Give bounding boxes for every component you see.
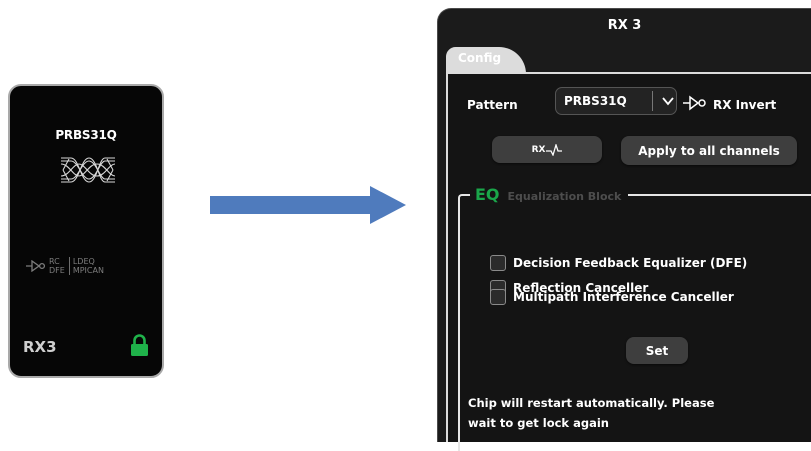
channel-card-rx3[interactable]: PRBS31Q RC DFE LDEQ MPICAN RX3 — [8, 84, 164, 378]
select-divider — [652, 91, 653, 111]
pattern-label: Pattern — [467, 98, 518, 112]
dfe-option[interactable]: Decision Feedback Equalizer (DFE) — [490, 255, 747, 271]
rx-signal-button[interactable]: RX — [492, 136, 602, 163]
rx-invert-icon — [26, 260, 46, 272]
card-pattern-label: PRBS31Q — [55, 128, 117, 142]
signal-pulse-icon — [546, 143, 563, 156]
apply-to-all-channels-button[interactable]: Apply to all channels — [621, 136, 797, 165]
chevron-down-icon[interactable] — [661, 96, 675, 106]
tab-config[interactable]: Config — [446, 47, 526, 74]
set-button[interactable]: Set — [626, 337, 688, 364]
restart-note: Chip will restart automatically. Please … — [468, 393, 798, 433]
restart-note-line-1: Chip will restart automatically. Please — [468, 396, 715, 410]
rx-button-label: RX — [531, 144, 546, 155]
card-feature-indicators: RC DFE LDEQ MPICAN — [26, 257, 104, 275]
feature-col-2: LDEQ MPICAN — [68, 257, 104, 275]
feature-col-1: RC DFE — [49, 257, 65, 275]
right-arrow-icon — [210, 186, 406, 224]
rx-invert-icon[interactable] — [683, 95, 707, 111]
lock-icon — [131, 334, 148, 356]
restart-note-line-2: wait to get lock again — [468, 416, 609, 430]
feature-ldeq: LDEQ — [72, 257, 95, 266]
feature-dfe: DFE — [49, 266, 65, 275]
pattern-select[interactable]: PRBS31Q — [555, 87, 677, 115]
eq-abbr: EQ — [475, 185, 500, 204]
eye-diagram-icon — [60, 157, 116, 183]
feature-rc: RC — [49, 257, 60, 266]
dfe-checkbox[interactable] — [490, 255, 506, 271]
equalization-block-legend: EQ Equalization Block — [470, 185, 629, 204]
panel-title: RX 3 — [607, 18, 642, 33]
feature-mpican: MPICAN — [72, 266, 104, 275]
eq-title: Equalization Block — [507, 190, 622, 203]
rx-invert-label[interactable]: RX Invert — [713, 98, 776, 112]
pattern-select-value: PRBS31Q — [564, 94, 627, 108]
multipath-interference-canceller-option[interactable]: Multipath Interference Canceller — [490, 289, 734, 305]
multipath-interference-canceller-label[interactable]: Multipath Interference Canceller — [513, 290, 734, 304]
rx-config-panel: RX 3 Config Pattern PRBS31Q RX Invert RX… — [437, 8, 811, 451]
card-channel-name: RX3 — [23, 338, 57, 356]
multipath-interference-canceller-checkbox[interactable] — [490, 289, 506, 305]
dfe-label[interactable]: Decision Feedback Equalizer (DFE) — [513, 256, 747, 270]
